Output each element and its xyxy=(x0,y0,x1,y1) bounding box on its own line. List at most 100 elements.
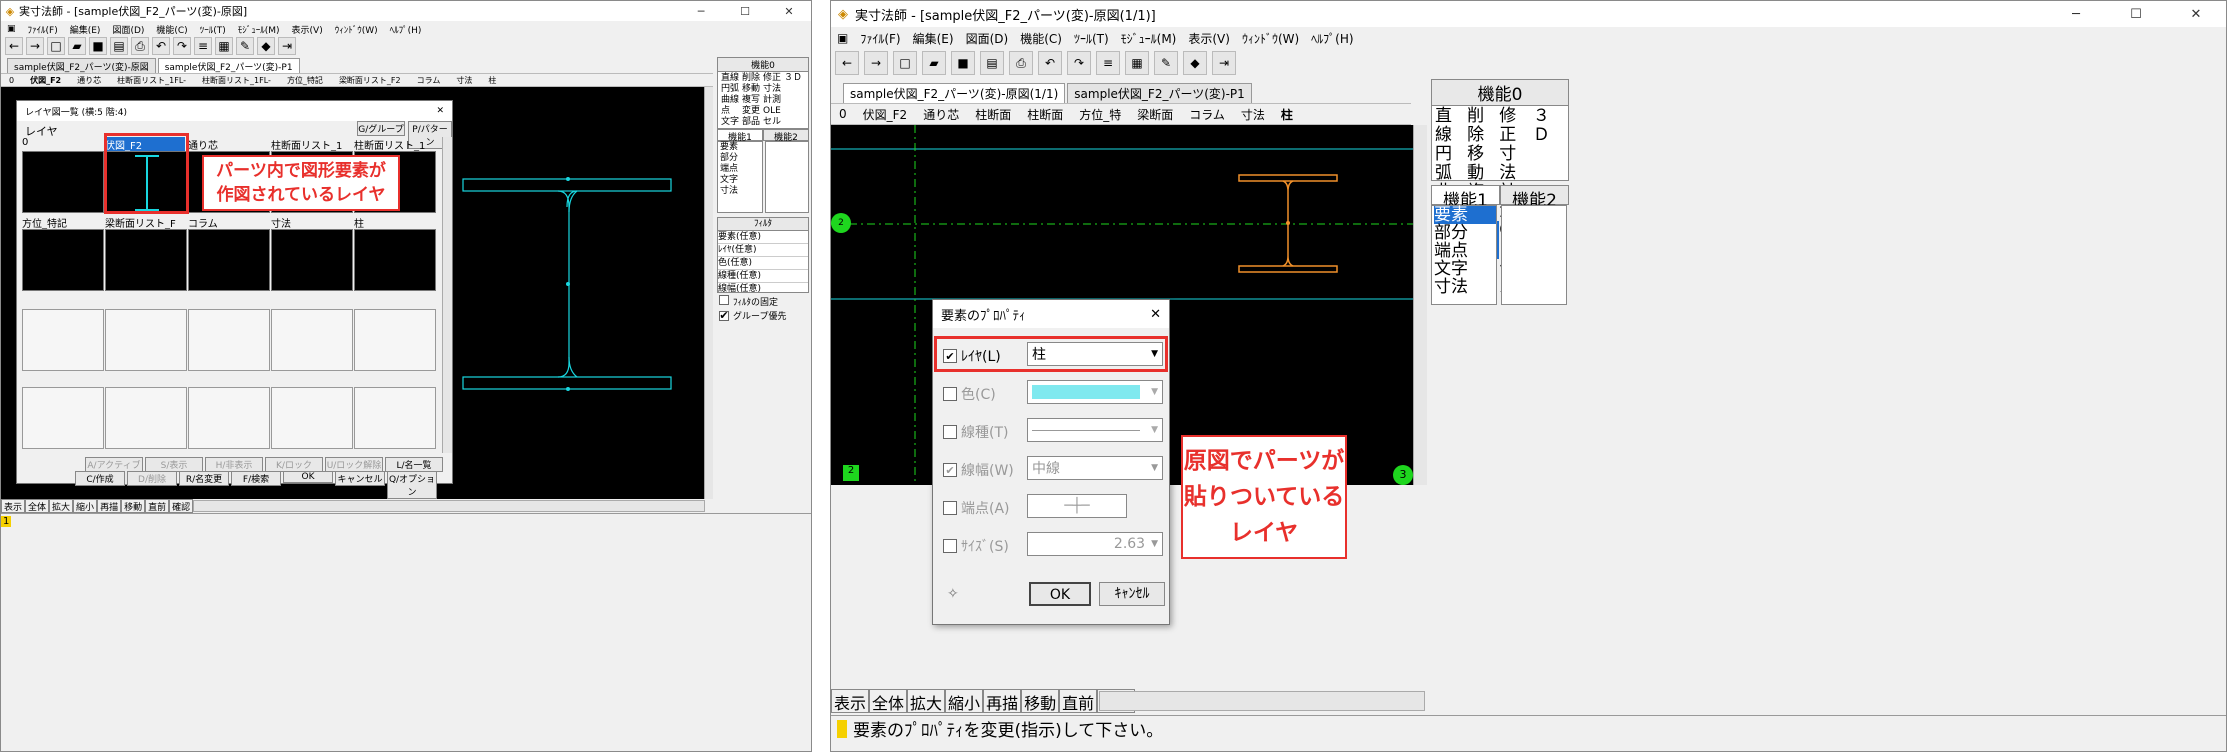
back-icon[interactable]: ← xyxy=(835,51,859,75)
func-list-item[interactable]: 寸法 xyxy=(1434,278,1496,296)
func0-item[interactable]: 直線 xyxy=(721,73,742,84)
func0-item[interactable]: 修正 xyxy=(1499,107,1533,145)
close-icon[interactable]: ✕ xyxy=(1150,307,1161,322)
tab-p1[interactable]: sample伏図_F2_パーツ(変)-P1 xyxy=(157,58,300,74)
menu-help[interactable]: ﾍﾙﾌﾟ(H) xyxy=(1305,30,1359,47)
back-icon[interactable]: ← xyxy=(5,37,23,55)
undo-icon[interactable]: ↶ xyxy=(1038,51,1062,75)
exit-icon[interactable]: ⇥ xyxy=(1212,51,1236,75)
layer-action-button[interactable]: L/名一覧 xyxy=(385,457,443,472)
minimize-button[interactable]: ─ xyxy=(679,5,723,18)
func-list-item[interactable]: 寸法 xyxy=(720,186,762,197)
layer-hashira1[interactable]: 柱断面 xyxy=(967,106,1019,123)
func-list-item[interactable]: 端点 xyxy=(720,164,762,175)
bottom-button[interactable]: 縮小 xyxy=(945,689,984,713)
layer-preview-cell[interactable] xyxy=(22,151,104,213)
layer-dialog-vscroll[interactable] xyxy=(442,137,452,453)
func0-item[interactable]: 文字 xyxy=(721,117,742,128)
filter-element[interactable]: 要素(任意) xyxy=(718,231,808,244)
group-button[interactable]: G/グループ xyxy=(357,121,405,136)
bottom-button[interactable]: 表示 xyxy=(831,689,870,713)
print-icon[interactable]: ⎙ xyxy=(1009,51,1033,75)
filter-fix-row[interactable]: ﾌｨﾙﾀの固定 xyxy=(719,295,778,308)
layer-action-button[interactable]: OK xyxy=(283,471,333,483)
layer-preview-cell[interactable] xyxy=(354,229,436,291)
redo-icon[interactable]: ↷ xyxy=(173,37,191,55)
new-icon[interactable]: □ xyxy=(893,51,917,75)
bottom-button[interactable]: 拡大 xyxy=(907,689,946,713)
func0-item[interactable]: 削除 xyxy=(1467,107,1499,145)
bottom-button[interactable]: 拡大 xyxy=(49,499,74,513)
linewidth-row[interactable]: ✔ 線幅(W) xyxy=(943,460,1014,480)
layer-action-button[interactable]: S/表示 xyxy=(145,457,203,472)
menu-view[interactable]: 表示(V) xyxy=(286,23,329,36)
checkbox-icon[interactable]: ✔ xyxy=(719,309,729,322)
filter-linetype[interactable]: 線種(任意) xyxy=(718,270,808,283)
color-row[interactable]: 色(C) xyxy=(943,384,996,404)
endpoint-button[interactable]: ─┼─ xyxy=(1027,494,1127,518)
layer-caption[interactable]: コラム xyxy=(188,215,268,230)
group-priority-row[interactable]: ✔ グループ優先 xyxy=(719,309,786,322)
bottom-button[interactable]: 全体 xyxy=(869,689,908,713)
layer-preview-cell[interactable] xyxy=(271,229,353,291)
func1-tab[interactable]: 機能1 xyxy=(1431,185,1500,211)
menu-function[interactable]: 機能(C) xyxy=(1014,30,1068,47)
tool-icon[interactable]: ✎ xyxy=(236,37,254,55)
bottom-button[interactable]: 移動 xyxy=(121,499,146,513)
func0-item[interactable]: ３Ｄ xyxy=(1533,107,1565,145)
filter-color[interactable]: 色(任意) xyxy=(718,257,808,270)
layer-action-button[interactable]: D/削除 xyxy=(127,471,177,486)
bottom-button[interactable]: 移動 xyxy=(1021,689,1060,713)
menu-view[interactable]: 表示(V) xyxy=(1182,30,1236,47)
layer-hashira1[interactable]: 柱断面リスト_1FL- xyxy=(109,75,194,86)
layer-column[interactable]: コラム xyxy=(1181,106,1233,123)
menu-file[interactable]: ﾌｧｲﾙ(F) xyxy=(854,30,906,47)
bottom-button[interactable]: 再描 xyxy=(97,499,122,513)
layer-action-button[interactable]: U/ロック解除 xyxy=(325,457,383,472)
func0-item[interactable]: 削除 xyxy=(742,73,763,84)
func0-item[interactable]: 計測 xyxy=(763,95,784,106)
func0-item[interactable]: 直線 xyxy=(1435,107,1467,145)
layer-0[interactable]: 0 xyxy=(831,107,855,121)
func-list-item[interactable]: 要素 xyxy=(720,142,762,153)
bottom-button[interactable]: 全体 xyxy=(25,499,50,513)
pin-icon[interactable]: ✧ xyxy=(947,586,959,602)
filter-linewidth[interactable]: 線幅(任意) xyxy=(718,283,808,295)
menu-help[interactable]: ﾍﾙﾌﾟ(H) xyxy=(384,23,428,36)
layer-column[interactable]: コラム xyxy=(409,75,449,86)
menu-tools[interactable]: ﾂｰﾙ(T) xyxy=(194,23,232,36)
redo-icon[interactable]: ↷ xyxy=(1067,51,1091,75)
layer-hari[interactable]: 梁断面リスト_F2 xyxy=(331,75,409,86)
func0-item[interactable]: 点 xyxy=(721,106,742,117)
forward-icon[interactable]: → xyxy=(864,51,888,75)
left-vscroll[interactable] xyxy=(704,87,713,499)
maximize-button[interactable]: ☐ xyxy=(723,5,767,18)
menu-drawing[interactable]: 図面(D) xyxy=(960,30,1015,47)
menu-drawing[interactable]: 図面(D) xyxy=(106,23,150,36)
layer-hari[interactable]: 梁断面 xyxy=(1129,106,1181,123)
layer-caption[interactable]: 梁断面リスト_F xyxy=(105,215,185,230)
layer-caption[interactable]: 柱断面リスト_1 xyxy=(354,137,434,152)
save-icon[interactable]: ■ xyxy=(951,51,975,75)
menu-module[interactable]: ﾓｼﾞｭｰﾙ(M) xyxy=(232,23,286,36)
tab-original[interactable]: sample伏図_F2_パーツ(変)-原図(1/1) xyxy=(843,83,1066,103)
layer-caption[interactable]: 方位_特記 xyxy=(22,215,102,230)
checkbox-icon[interactable] xyxy=(943,387,957,401)
checkbox-icon[interactable] xyxy=(719,295,729,305)
func0-item[interactable]: 寸法 xyxy=(763,84,784,95)
open-icon[interactable]: ▰ xyxy=(922,51,946,75)
func0-item[interactable]: 円弧 xyxy=(721,84,742,95)
func0-item[interactable]: 曲線 xyxy=(721,95,742,106)
new-icon[interactable]: □ xyxy=(47,37,65,55)
func0-item[interactable]: 移動 xyxy=(1467,145,1499,183)
size-row[interactable]: ｻｲｽﾞ(S) xyxy=(943,536,1009,556)
func-list-item[interactable]: 部分 xyxy=(720,153,762,164)
endpoint-row[interactable]: 端点(A) xyxy=(943,498,1010,518)
layer-preview-cell[interactable] xyxy=(188,229,270,291)
layer-toorishin[interactable]: 通り芯 xyxy=(69,75,109,86)
layer-action-button[interactable]: C/作成 xyxy=(75,471,125,486)
cancel-button[interactable]: ｷｬﾝｾﾙ xyxy=(1099,582,1165,606)
minimize-button[interactable]: ─ xyxy=(2046,7,2106,22)
close-icon[interactable]: ✕ xyxy=(436,106,444,116)
menu-edit[interactable]: 編集(E) xyxy=(907,30,960,47)
